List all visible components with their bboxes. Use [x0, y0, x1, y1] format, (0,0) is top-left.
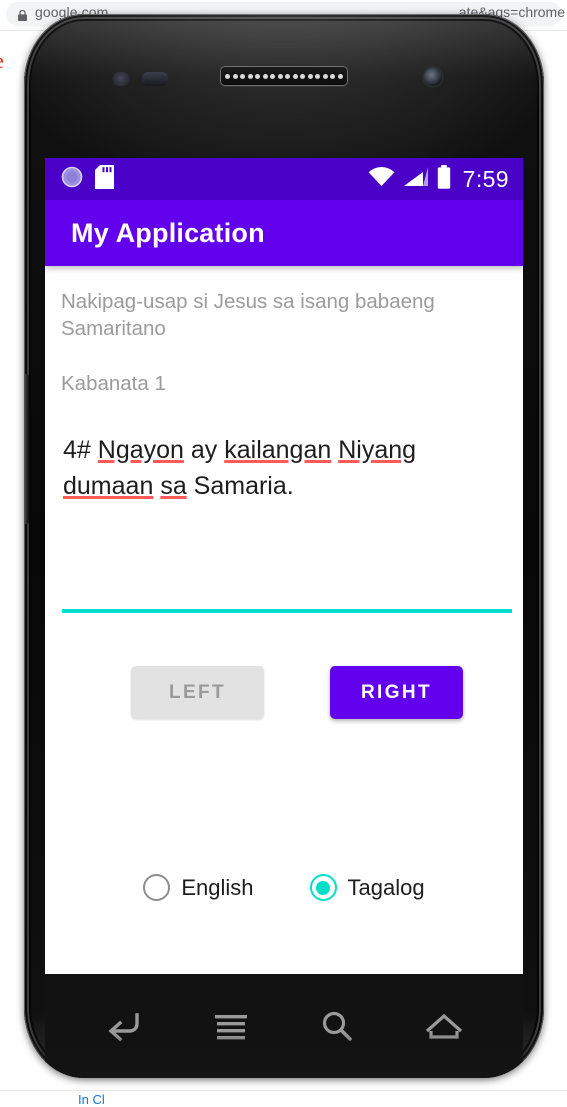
front-camera-icon: [424, 68, 442, 86]
verse-token: ay: [183, 436, 225, 464]
verse-token-misspelled: Niyang: [338, 436, 417, 464]
left-button[interactable]: LEFT: [131, 666, 264, 719]
phone-screen: 7:59 My Application Nakipag-usap si Jesu…: [45, 158, 523, 974]
speaker-hole: [292, 73, 298, 79]
speaker-hole: [337, 73, 343, 79]
radio-label-tagalog: Tagalog: [347, 874, 425, 900]
battery-icon: [437, 164, 451, 194]
page-bottom-text: In Cl: [78, 1092, 105, 1107]
radio-option-tagalog[interactable]: Tagalog: [309, 874, 425, 901]
app-content-area: Nakipag-usap si Jesus sa isang babaeng S…: [45, 266, 523, 974]
status-bar-right-icons: 7:59: [368, 164, 523, 194]
speaker-hole: [322, 73, 328, 79]
speaker-hole: [255, 73, 261, 79]
page-red-text: e: [0, 48, 4, 74]
menu-icon[interactable]: [199, 998, 263, 1054]
speaker-hole: [285, 73, 291, 79]
status-bar-left-icons: [45, 164, 114, 194]
right-button[interactable]: RIGHT: [330, 666, 463, 719]
speaker-hole: [300, 73, 306, 79]
android-navigation-bar: [45, 974, 523, 1078]
verse-token-misspelled: Ngayon: [97, 436, 184, 464]
app-bar-title: My Application: [71, 217, 265, 248]
search-icon[interactable]: [305, 998, 369, 1054]
sd-card-icon: [95, 164, 114, 194]
speaker-hole: [315, 73, 321, 79]
teal-divider: [62, 609, 512, 613]
verse-token-misspelled: sa: [160, 472, 187, 500]
verse-token: Samaria.: [186, 472, 294, 500]
phone-device-frame: 7:59 My Application Nakipag-usap si Jesu…: [24, 14, 544, 1078]
verse-token-misspelled: kailangan: [224, 436, 332, 464]
speaker-hole: [232, 73, 238, 79]
page-bottom-divider: [0, 1090, 567, 1091]
speaker-hole: [247, 73, 253, 79]
status-bar-clock: 7:59: [462, 165, 509, 192]
proximity-sensor-icon: [112, 72, 130, 86]
radio-circle-english[interactable]: [143, 874, 171, 901]
cell-signal-icon: [403, 166, 428, 192]
speaker-hole: [277, 73, 283, 79]
verse-token-misspelled: dumaan: [63, 472, 154, 500]
speaker-hole: [240, 73, 246, 79]
radio-circle-tagalog[interactable]: [309, 874, 337, 901]
volume-rocker-button[interactable]: [24, 374, 29, 524]
app-bar: My Application: [45, 200, 523, 266]
speaker-hole: [225, 73, 231, 79]
speaker-hole: [307, 73, 313, 79]
sync-circle-icon: [61, 166, 83, 193]
radio-option-english[interactable]: English: [143, 874, 254, 901]
light-sensor-icon: [142, 72, 168, 86]
speaker-hole: [270, 73, 276, 79]
passage-title: Nakipag-usap si Jesus sa isang babaeng S…: [61, 290, 435, 340]
wifi-icon: [368, 166, 395, 192]
radio-dot-tagalog: [316, 880, 331, 895]
earpiece-speaker-grille: [220, 66, 348, 86]
speaker-hole: [262, 73, 268, 79]
verse-token: 4#: [63, 436, 98, 464]
android-status-bar: 7:59: [45, 158, 523, 200]
language-radio-group: English Tagalog: [45, 874, 523, 901]
speaker-hole: [330, 73, 336, 79]
radio-label-english: English: [181, 874, 254, 900]
lock-icon: [18, 8, 27, 21]
verse-text: 4# Ngayon ay kailangan Niyang dumaan sa …: [63, 432, 493, 504]
back-icon[interactable]: [92, 998, 156, 1054]
home-icon[interactable]: [412, 998, 476, 1054]
chapter-label: Kabanata 1: [61, 372, 166, 395]
